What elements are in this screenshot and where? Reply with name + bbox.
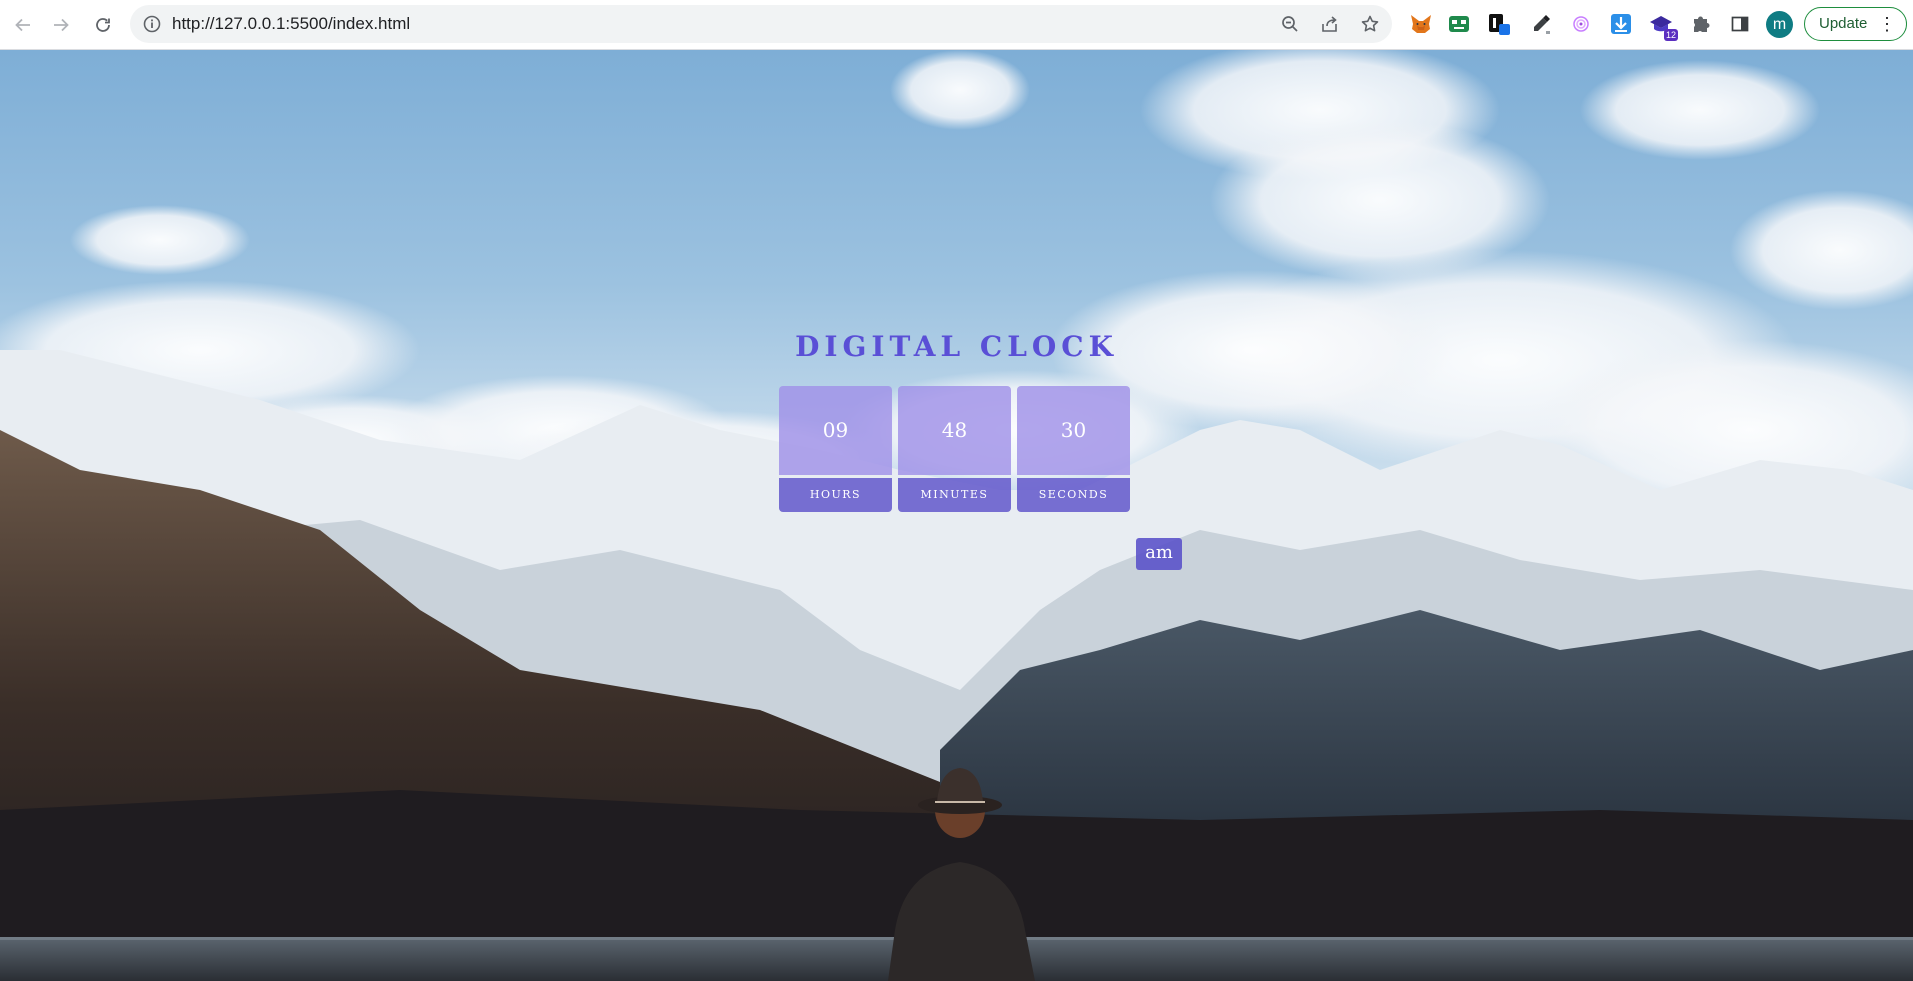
- period-badge: am: [1136, 538, 1182, 570]
- tab-extension-icon: [1489, 14, 1510, 35]
- minutes-unit: 48 MINUTES: [898, 386, 1011, 512]
- download-extension-icon: [1611, 14, 1631, 34]
- kebab-menu-icon[interactable]: ⋮: [1878, 8, 1896, 40]
- share-icon[interactable]: [1320, 14, 1340, 34]
- spiral-extension-icon: [1573, 16, 1589, 32]
- hat-extension-button[interactable]: 12: [1648, 11, 1678, 41]
- update-label: Update: [1819, 15, 1868, 32]
- page-viewport: DIGITAL CLOCK 09 HOURS 48 MINUTES 30 SEC…: [0, 50, 1913, 981]
- forward-button[interactable]: [46, 10, 76, 40]
- star-icon[interactable]: [1360, 14, 1380, 34]
- browser-toolbar: http://127.0.0.1:5500/index.html 12 m Up…: [0, 0, 1913, 50]
- address-bar[interactable]: http://127.0.0.1:5500/index.html: [130, 5, 1392, 43]
- minutes-label: MINUTES: [898, 478, 1011, 512]
- back-button[interactable]: [8, 10, 38, 40]
- download-extension-button[interactable]: [1608, 11, 1634, 37]
- zoom-icon[interactable]: [1280, 14, 1300, 34]
- robot-extension-button[interactable]: [1446, 11, 1472, 37]
- mountain-lake-photo: [0, 50, 1913, 981]
- puzzle-icon: [1694, 16, 1710, 32]
- profile-avatar[interactable]: m: [1766, 11, 1793, 38]
- arrow-left-icon: [15, 18, 30, 32]
- reload-icon: [96, 18, 110, 32]
- seconds-label: SECONDS: [1017, 478, 1130, 512]
- update-button[interactable]: Update ⋮: [1804, 7, 1907, 41]
- minutes-value: 48: [898, 386, 1011, 475]
- spiral-extension-button[interactable]: [1568, 11, 1594, 37]
- clock-title: DIGITAL CLOCK: [795, 330, 1118, 363]
- eyedropper-extension-button[interactable]: [1528, 11, 1554, 37]
- fox-extension-button[interactable]: [1408, 11, 1434, 37]
- side-panel-icon: [1731, 16, 1749, 32]
- robot-extension-icon: [1449, 16, 1469, 32]
- seconds-value: 30: [1017, 386, 1130, 475]
- hours-label: HOURS: [779, 478, 892, 512]
- seconds-unit: 30 SECONDS: [1017, 386, 1130, 512]
- tab-extension-button[interactable]: [1486, 11, 1512, 37]
- fox-extension-icon: [1411, 15, 1431, 33]
- side-panel-button[interactable]: [1727, 11, 1753, 37]
- extension-badge: 12: [1663, 29, 1678, 41]
- url-text[interactable]: http://127.0.0.1:5500/index.html: [172, 5, 410, 43]
- hours-value: 09: [779, 386, 892, 475]
- arrow-right-icon: [54, 18, 69, 32]
- eyedropper-extension-icon: [1534, 15, 1550, 34]
- extensions-button[interactable]: [1688, 11, 1714, 37]
- info-icon[interactable]: [142, 14, 162, 34]
- reload-button[interactable]: [88, 10, 118, 40]
- hours-unit: 09 HOURS: [779, 386, 892, 512]
